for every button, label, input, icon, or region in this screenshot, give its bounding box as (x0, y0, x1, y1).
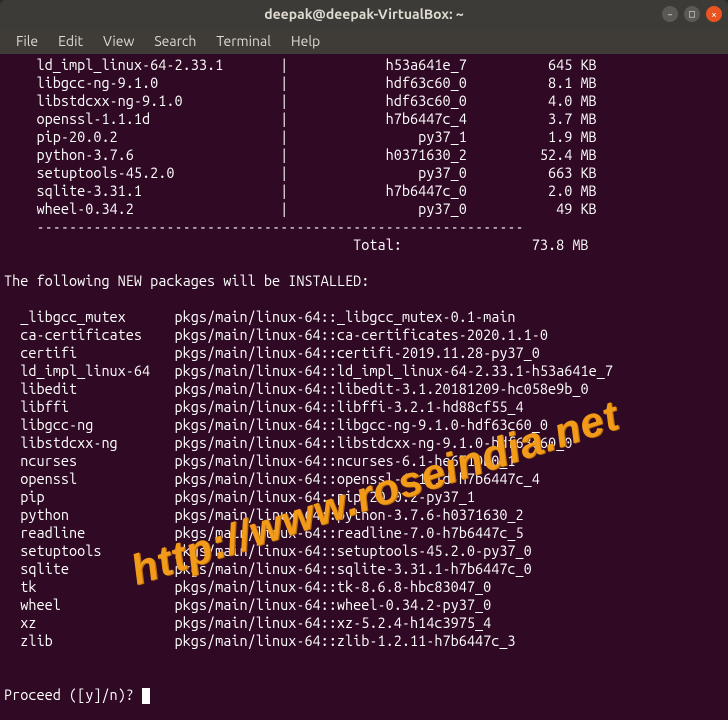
window-title: deepak@deepak-VirtualBox: ~ (264, 6, 464, 22)
minimize-button[interactable]: – (662, 6, 678, 22)
maximize-button[interactable]: □ (684, 6, 700, 22)
menubar: File Edit View Search Terminal Help (0, 28, 728, 54)
menu-edit[interactable]: Edit (48, 29, 93, 53)
download-rows: ld_impl_linux-64-2.33.1 | h53a641e_7 645… (4, 56, 597, 217)
menu-file[interactable]: File (6, 29, 48, 53)
total-line: Total: 73.8 MB (4, 236, 589, 253)
menu-help[interactable]: Help (281, 29, 330, 53)
window-controls: – □ × (662, 6, 722, 22)
install-rows: _libgcc_mutex pkgs/main/linux-64::_libgc… (4, 308, 613, 649)
menu-search[interactable]: Search (144, 29, 206, 53)
cursor (142, 688, 150, 704)
terminal-output[interactable]: ld_impl_linux-64-2.33.1 | h53a641e_7 645… (0, 54, 728, 720)
proceed-prompt: Proceed ([y]/n)? (4, 686, 142, 703)
separator: ----------------------------------------… (4, 218, 524, 235)
terminal-window: deepak@deepak-VirtualBox: ~ – □ × File E… (0, 0, 728, 720)
close-button[interactable]: × (706, 6, 722, 22)
menu-view[interactable]: View (93, 29, 144, 53)
titlebar[interactable]: deepak@deepak-VirtualBox: ~ – □ × (0, 0, 728, 28)
install-heading: The following NEW packages will be INSTA… (4, 272, 369, 289)
menu-terminal[interactable]: Terminal (206, 29, 281, 53)
